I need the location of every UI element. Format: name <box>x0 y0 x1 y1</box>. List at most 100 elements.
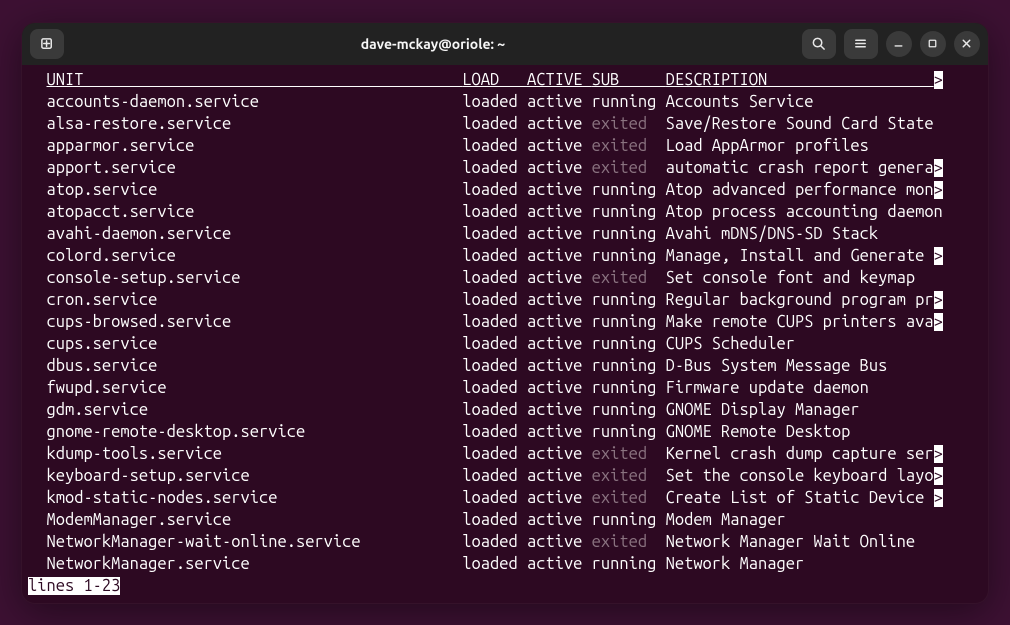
cell-description: CUPS Scheduler <box>666 335 795 353</box>
cell-unit: kmod-static-nodes.service <box>46 489 462 507</box>
cell-sub: running <box>592 335 666 353</box>
service-row: kdump-tools.service loaded active exited… <box>28 443 982 465</box>
header-active: ACTIVE <box>527 71 592 89</box>
cell-load: loaded <box>462 313 527 331</box>
cell-active: active <box>527 379 592 397</box>
maximize-button[interactable] <box>920 31 946 57</box>
cell-sub: running <box>592 401 666 419</box>
service-row: cups.service loaded active running CUPS … <box>28 333 982 355</box>
service-row: keyboard-setup.service loaded active exi… <box>28 465 982 487</box>
header-sub: SUB <box>592 71 666 89</box>
cell-unit: colord.service <box>46 247 462 265</box>
cell-description: D-Bus System Message Bus <box>666 357 888 375</box>
cell-sub: running <box>592 555 666 573</box>
overflow-indicator: > <box>934 291 943 309</box>
cell-description: Atop process accounting daemon <box>666 203 943 221</box>
cell-unit: NetworkManager.service <box>46 555 462 573</box>
cell-load: loaded <box>462 137 527 155</box>
service-row: atopacct.service loaded active running A… <box>28 201 982 223</box>
cell-unit: NetworkManager-wait-online.service <box>46 533 462 551</box>
cell-unit: keyboard-setup.service <box>46 467 462 485</box>
cell-unit: gdm.service <box>46 401 462 419</box>
cell-load: loaded <box>462 401 527 419</box>
header-unit: UNIT <box>46 71 462 89</box>
service-row: colord.service loaded active running Man… <box>28 245 982 267</box>
cell-sub: running <box>592 423 666 441</box>
cell-load: loaded <box>462 247 527 265</box>
cell-sub: exited <box>592 533 666 551</box>
service-row: avahi-daemon.service loaded active runni… <box>28 223 982 245</box>
minimize-button[interactable] <box>886 31 912 57</box>
cell-load: loaded <box>462 511 527 529</box>
search-button[interactable] <box>802 29 836 59</box>
cell-load: loaded <box>462 555 527 573</box>
cell-sub: running <box>592 93 666 111</box>
cell-load: loaded <box>462 181 527 199</box>
overflow-indicator: > <box>934 467 943 485</box>
service-row: console-setup.service loaded active exit… <box>28 267 982 289</box>
service-row: accounts-daemon.service loaded active ru… <box>28 91 982 113</box>
cell-active: active <box>527 181 592 199</box>
cell-unit: gnome-remote-desktop.service <box>46 423 462 441</box>
cell-description: Modem Manager <box>666 511 786 529</box>
cell-unit: alsa-restore.service <box>46 115 462 133</box>
service-row: alsa-restore.service loaded active exite… <box>28 113 982 135</box>
overflow-indicator: > <box>934 181 943 199</box>
cell-sub: exited <box>592 115 666 133</box>
menu-button[interactable] <box>844 29 878 59</box>
cell-sub: running <box>592 225 666 243</box>
cell-unit: avahi-daemon.service <box>46 225 462 243</box>
cell-load: loaded <box>462 467 527 485</box>
cell-unit: cups-browsed.service <box>46 313 462 331</box>
service-row: fwupd.service loaded active running Firm… <box>28 377 982 399</box>
cell-unit: atopacct.service <box>46 203 462 221</box>
cell-load: loaded <box>462 445 527 463</box>
cell-unit: accounts-daemon.service <box>46 93 462 111</box>
service-row: ModemManager.service loaded active runni… <box>28 509 982 531</box>
cell-description: Firmware update daemon <box>666 379 869 397</box>
service-row: dbus.service loaded active running D-Bus… <box>28 355 982 377</box>
cell-active: active <box>527 225 592 243</box>
close-button[interactable] <box>954 31 980 57</box>
cell-description: Network Manager Wait Online <box>666 533 915 551</box>
cell-unit: ModemManager.service <box>46 511 462 529</box>
pager-status-row: lines 1-23 <box>28 575 982 597</box>
close-icon <box>960 37 973 50</box>
cell-load: loaded <box>462 269 527 287</box>
cell-load: loaded <box>462 159 527 177</box>
overflow-indicator: > <box>934 247 943 265</box>
cell-description: Avahi mDNS/DNS-SD Stack <box>666 225 879 243</box>
new-tab-button[interactable] <box>30 29 64 59</box>
cell-sub: running <box>592 181 666 199</box>
column-headers: UNIT LOAD ACTIVE SUB DESCRIPTION > <box>28 69 982 91</box>
cell-sub: exited <box>592 445 666 463</box>
cell-sub: running <box>592 291 666 309</box>
cell-active: active <box>527 313 592 331</box>
cell-active: active <box>527 269 592 287</box>
cell-description: Set console font and keymap <box>666 269 915 287</box>
cell-active: active <box>527 335 592 353</box>
overflow-indicator: > <box>934 313 943 331</box>
cell-sub: exited <box>592 159 666 177</box>
cell-active: active <box>527 203 592 221</box>
cell-load: loaded <box>462 335 527 353</box>
cell-active: active <box>527 357 592 375</box>
cell-sub: running <box>592 357 666 375</box>
cell-description: GNOME Display Manager <box>666 401 860 419</box>
cell-sub: exited <box>592 467 666 485</box>
service-row: cron.service loaded active running Regul… <box>28 289 982 311</box>
cell-load: loaded <box>462 533 527 551</box>
cell-load: loaded <box>462 115 527 133</box>
cell-unit: atop.service <box>46 181 462 199</box>
cell-active: active <box>527 137 592 155</box>
service-row: kmod-static-nodes.service loaded active … <box>28 487 982 509</box>
terminal-output[interactable]: UNIT LOAD ACTIVE SUB DESCRIPTION > accou… <box>22 65 988 603</box>
overflow-indicator: > <box>934 71 943 89</box>
search-icon <box>811 36 826 51</box>
cell-unit: cups.service <box>46 335 462 353</box>
cell-active: active <box>527 533 592 551</box>
cell-active: active <box>527 489 592 507</box>
cell-load: loaded <box>462 203 527 221</box>
minimize-icon <box>892 37 905 50</box>
cell-description: Network Manager <box>666 555 805 573</box>
